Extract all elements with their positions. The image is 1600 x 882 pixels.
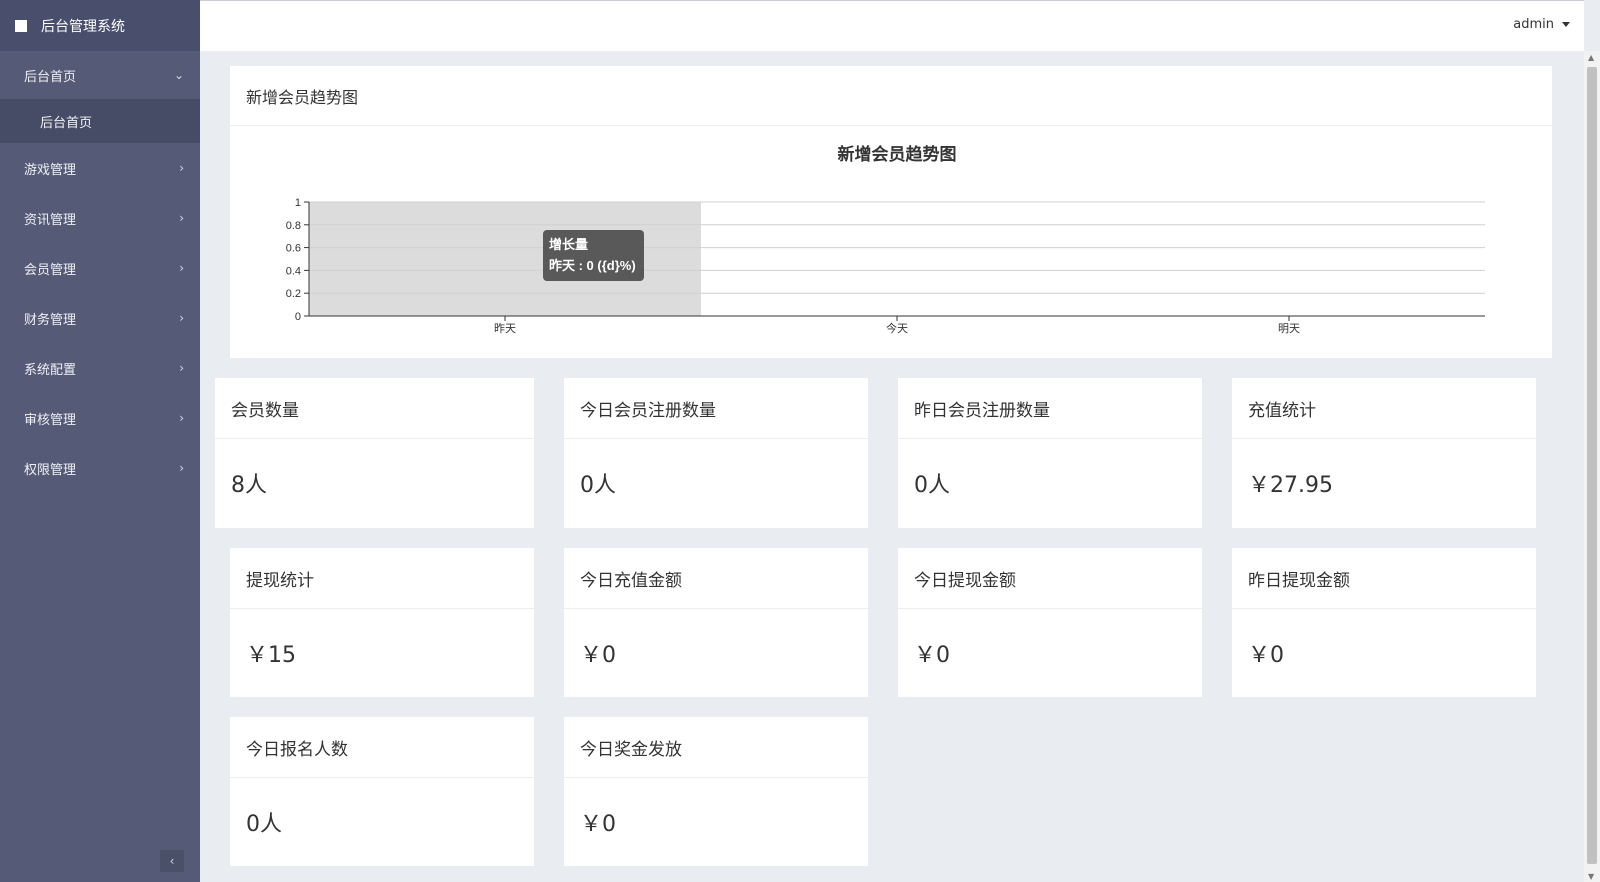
tooltip-value: 昨天 : 0 ({d}%) bbox=[549, 258, 636, 273]
sidebar-item-system-config[interactable]: 系统配置 › bbox=[0, 343, 200, 393]
stat-card: 会员数量 8人 bbox=[215, 378, 534, 528]
y-tick-label: 0.4 bbox=[286, 265, 301, 277]
stat-card: 今日报名人数 0人 bbox=[230, 717, 534, 866]
stat-title: 提现统计 bbox=[230, 548, 534, 609]
stat-title: 今日提现金额 bbox=[898, 548, 1202, 609]
stat-value: ￥0 bbox=[1248, 643, 1284, 668]
stat-card: 提现统计 ￥15 bbox=[230, 548, 534, 697]
stat-card: 充值统计 ￥27.95 bbox=[1232, 378, 1536, 528]
stat-value: ￥0 bbox=[580, 643, 616, 668]
stat-card: 今日会员注册数量 0人 bbox=[564, 378, 868, 528]
chevron-left-icon: ‹ bbox=[169, 854, 175, 868]
x-tick-label: 昨天 bbox=[494, 322, 516, 335]
chevron-right-icon: › bbox=[179, 211, 184, 225]
chevron-right-icon: › bbox=[179, 161, 184, 175]
y-tick-label: 0.8 bbox=[286, 220, 301, 232]
chevron-right-icon: › bbox=[179, 411, 184, 425]
stat-card: 昨日会员注册数量 0人 bbox=[898, 378, 1202, 528]
y-tick-label: 0.2 bbox=[286, 288, 301, 300]
top-header: admin bbox=[200, 0, 1584, 51]
brand[interactable]: 后台管理系统 bbox=[0, 0, 200, 51]
sidebar-item-label: 财务管理 bbox=[24, 312, 77, 328]
y-tick-label: 0 bbox=[295, 311, 301, 323]
sidebar-subitem-label: 后台首页 bbox=[40, 115, 93, 131]
stat-card: 今日奖金发放 ￥0 bbox=[564, 717, 868, 866]
sidebar-item-label: 游戏管理 bbox=[24, 162, 77, 178]
sidebar-item-members[interactable]: 会员管理 › bbox=[0, 243, 200, 293]
sidebar-item-label: 后台首页 bbox=[24, 69, 77, 85]
chevron-right-icon: › bbox=[179, 461, 184, 475]
tooltip-series-name: 增长量 bbox=[549, 237, 588, 252]
stat-value: 0人 bbox=[580, 473, 616, 498]
stat-title: 今日报名人数 bbox=[230, 717, 534, 778]
stat-value: ￥0 bbox=[580, 812, 616, 837]
caret-down-icon bbox=[1562, 22, 1570, 27]
sidebar-collapse-button[interactable]: ‹ bbox=[160, 850, 184, 872]
member-trend-chart: 新增会员趋势图 0 0.2 0.4 0.6 0.8 1 昨天 今天 明天 增长量昨天 : 0 ({d… bbox=[286, 144, 1485, 335]
stat-title: 充值统计 bbox=[1232, 378, 1536, 439]
card-title: 新增会员趋势图 bbox=[230, 66, 1552, 126]
stat-value: ￥15 bbox=[246, 643, 296, 668]
chart-title: 新增会员趋势图 bbox=[838, 144, 957, 164]
sidebar-item-home[interactable]: 后台首页 ⌄ bbox=[0, 51, 200, 99]
sidebar-item-permissions[interactable]: 权限管理 › bbox=[0, 443, 200, 493]
sidebar-subitem-home[interactable]: 后台首页 bbox=[0, 99, 200, 143]
stat-title: 昨日会员注册数量 bbox=[898, 378, 1202, 439]
page-scrollbar[interactable]: ▲ ▼ bbox=[1584, 51, 1600, 882]
user-menu[interactable]: admin bbox=[1513, 17, 1570, 32]
stat-title: 今日会员注册数量 bbox=[564, 378, 868, 439]
chevron-down-icon: ⌄ bbox=[173, 68, 184, 82]
sidebar-item-games[interactable]: 游戏管理 › bbox=[0, 143, 200, 193]
brand-logo-icon bbox=[15, 19, 27, 32]
member-trend-card: 新增会员趋势图 新增会员趋势图 0 0.2 0.4 0.6 0.8 1 昨天 今天 明天 增长量昨天… bbox=[230, 66, 1552, 358]
x-tick-label: 今天 bbox=[886, 321, 908, 335]
sidebar: 后台管理系统 后台首页 ⌄ 后台首页 游戏管理 › 资讯管理 › 会员管理 › … bbox=[0, 0, 200, 882]
stat-title: 会员数量 bbox=[215, 378, 534, 439]
stat-title: 昨日提现金额 bbox=[1232, 548, 1536, 609]
chevron-right-icon: › bbox=[179, 311, 184, 325]
stat-card: 今日提现金额 ￥0 bbox=[898, 548, 1202, 697]
stat-value: 0人 bbox=[914, 473, 950, 498]
stat-card: 昨日提现金额 ￥0 bbox=[1232, 548, 1536, 697]
username: admin bbox=[1513, 17, 1554, 32]
sidebar-item-review[interactable]: 审核管理 › bbox=[0, 393, 200, 443]
scroll-down-arrow-icon[interactable]: ▼ bbox=[1588, 872, 1594, 881]
scrollbar-thumb[interactable] bbox=[1587, 67, 1597, 864]
stat-title: 今日充值金额 bbox=[564, 548, 868, 609]
stat-value: ￥0 bbox=[914, 643, 950, 668]
chart-container: 新增会员趋势图 0 0.2 0.4 0.6 0.8 1 昨天 今天 明天 增长量昨天 : 0 ({d… bbox=[230, 126, 1552, 358]
chevron-right-icon: › bbox=[179, 361, 184, 375]
sidebar-item-label: 审核管理 bbox=[24, 412, 77, 428]
y-tick-label: 1 bbox=[295, 197, 301, 209]
sidebar-item-label: 会员管理 bbox=[24, 262, 77, 278]
stat-card: 今日充值金额 ￥0 bbox=[564, 548, 868, 697]
stat-value: ￥27.95 bbox=[1248, 473, 1333, 498]
sidebar-item-label: 系统配置 bbox=[24, 362, 77, 378]
y-tick-label: 0.6 bbox=[286, 243, 301, 255]
stat-value: 8人 bbox=[231, 473, 267, 498]
brand-title: 后台管理系统 bbox=[41, 18, 125, 35]
x-tick-label: 明天 bbox=[1278, 322, 1300, 335]
sidebar-item-label: 资讯管理 bbox=[24, 212, 77, 228]
stat-title: 今日奖金发放 bbox=[564, 717, 868, 778]
sidebar-item-finance[interactable]: 财务管理 › bbox=[0, 293, 200, 343]
sidebar-item-label: 权限管理 bbox=[24, 462, 77, 478]
chevron-right-icon: › bbox=[179, 261, 184, 275]
stat-value: 0人 bbox=[246, 812, 282, 837]
scroll-up-arrow-icon[interactable]: ▲ bbox=[1588, 53, 1594, 62]
sidebar-item-news[interactable]: 资讯管理 › bbox=[0, 193, 200, 243]
